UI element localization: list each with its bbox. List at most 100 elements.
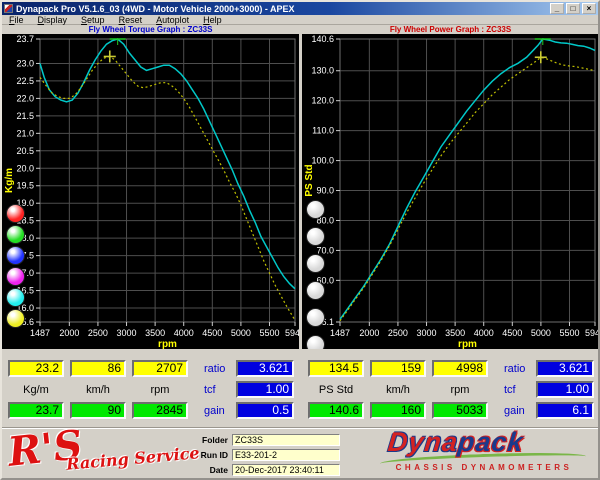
torque-ref-peak-value: 23.2 bbox=[8, 360, 64, 377]
y-axis-unit-label: Kg/m bbox=[4, 168, 15, 193]
menu-help[interactable]: Help bbox=[196, 15, 229, 25]
svg-text:130.0: 130.0 bbox=[311, 66, 334, 76]
svg-text:100.0: 100.0 bbox=[311, 156, 334, 166]
power-ratio-value: 3.621 bbox=[536, 360, 594, 377]
power-run-ball-3[interactable] bbox=[306, 254, 325, 273]
run-id-field[interactable]: E33-201-2 bbox=[232, 449, 340, 461]
torque-run-ball-5[interactable] bbox=[6, 288, 25, 307]
app-window: Dynapack Pro V5.1.6_03 (4WD - Motor Vehi… bbox=[0, 0, 600, 480]
speed-unit-label: km/h bbox=[70, 384, 126, 396]
torque-chart-title: Fly Wheel Torque Graph : ZC33S bbox=[2, 25, 299, 34]
x-axis-ticks: 1487200025003000350040004500500055005946 bbox=[30, 322, 299, 338]
torque-run-ball-4[interactable] bbox=[6, 267, 25, 286]
torque-readout-panel: 23.2 86 2707 Kg/m km/h rpm 23.7 90 2845 … bbox=[2, 349, 298, 427]
svg-text:23.7: 23.7 bbox=[16, 34, 34, 44]
power-run-rpm-value: 5033 bbox=[432, 402, 488, 419]
power-ref-rpm-value: 4998 bbox=[432, 360, 488, 377]
torque-run-peak-value: 23.7 bbox=[8, 402, 64, 419]
power-current-run-curve bbox=[340, 39, 595, 319]
gain-label: gain bbox=[204, 405, 234, 417]
grid-lines bbox=[40, 39, 295, 322]
svg-text:2000: 2000 bbox=[359, 328, 379, 338]
svg-text:4000: 4000 bbox=[474, 328, 494, 338]
svg-text:3500: 3500 bbox=[145, 328, 165, 338]
svg-text:19.5: 19.5 bbox=[16, 181, 34, 191]
plot-frame bbox=[40, 39, 295, 322]
svg-text:5000: 5000 bbox=[531, 328, 551, 338]
torque-plot[interactable]: 23.723.022.522.021.521.020.520.019.519.0… bbox=[2, 34, 299, 349]
menu-reset[interactable]: Reset bbox=[112, 15, 150, 25]
plot-frame bbox=[340, 39, 595, 322]
svg-text:2500: 2500 bbox=[388, 328, 408, 338]
torque-unit-label: Kg/m bbox=[8, 384, 64, 396]
power-plot[interactable]: 140.6130.0120.0110.0100.090.080.070.060.… bbox=[302, 34, 599, 349]
maximize-button[interactable]: □ bbox=[566, 3, 580, 14]
svg-text:110.0: 110.0 bbox=[312, 126, 334, 136]
svg-text:90.0: 90.0 bbox=[316, 186, 334, 196]
torque-run-ball-1[interactable] bbox=[6, 204, 25, 223]
power-cross-marker bbox=[535, 51, 547, 63]
x-axis-unit-label: rpm bbox=[158, 339, 177, 349]
torque-run-ball-2[interactable] bbox=[6, 225, 25, 244]
svg-text:1487: 1487 bbox=[30, 328, 50, 338]
svg-text:3000: 3000 bbox=[117, 328, 137, 338]
power-ref-speed-value: 159 bbox=[370, 360, 426, 377]
dynapack-logo: Dynapack CHASSIS DYNAMOMETERS bbox=[374, 430, 594, 477]
menu-file[interactable]: File bbox=[2, 15, 31, 25]
window-title: Dynapack Pro V5.1.6_03 (4WD - Motor Vehi… bbox=[16, 4, 295, 14]
power-readout-panel: 134.5 159 4998 PS Std km/h rpm 140.6 160… bbox=[302, 349, 598, 427]
power-run-ball-1[interactable] bbox=[306, 200, 325, 219]
folder-label: Folder bbox=[152, 434, 228, 446]
power-run-ball-5[interactable] bbox=[306, 308, 325, 327]
svg-text:5946: 5946 bbox=[285, 328, 299, 338]
rpm-unit-label: rpm bbox=[132, 384, 188, 396]
menubar: File Display Setup Reset Autoplot Help bbox=[2, 15, 598, 25]
torque-gain-value: 0.5 bbox=[236, 402, 294, 419]
svg-text:4000: 4000 bbox=[174, 328, 194, 338]
svg-text:22.0: 22.0 bbox=[16, 93, 34, 103]
run-id-label: Run ID bbox=[152, 449, 228, 461]
svg-text:1487: 1487 bbox=[330, 328, 350, 338]
date-field[interactable]: 20-Dec-2017 23:40:11 bbox=[232, 464, 340, 476]
menu-autoplot[interactable]: Autoplot bbox=[149, 15, 196, 25]
torque-chart-panel: Fly Wheel Torque Graph : ZC33S 23.723.02… bbox=[2, 25, 299, 349]
minimize-button[interactable]: _ bbox=[550, 3, 564, 14]
y-axis-unit-label: PS Std bbox=[304, 164, 315, 196]
power-run-ball-2[interactable] bbox=[306, 227, 325, 246]
svg-text:5500: 5500 bbox=[259, 328, 279, 338]
svg-text:4500: 4500 bbox=[502, 328, 522, 338]
power-chart-title: Fly Wheel Power Graph : ZC33S bbox=[302, 25, 599, 34]
power-chart-area: 140.6130.0120.0110.0100.090.080.070.060.… bbox=[302, 34, 599, 349]
torque-reference-run-curve bbox=[40, 57, 295, 321]
folder-field[interactable]: ZC33S bbox=[232, 434, 340, 446]
svg-text:2500: 2500 bbox=[88, 328, 108, 338]
svg-text:3500: 3500 bbox=[445, 328, 465, 338]
svg-text:20.5: 20.5 bbox=[16, 146, 34, 156]
ratio-label: ratio bbox=[504, 363, 534, 375]
menu-setup[interactable]: Setup bbox=[74, 15, 112, 25]
svg-text:120.0: 120.0 bbox=[311, 96, 334, 106]
close-button[interactable]: × bbox=[582, 3, 596, 14]
menu-display[interactable]: Display bbox=[31, 15, 75, 25]
x-axis-unit-label: rpm bbox=[458, 339, 477, 349]
ratio-label: ratio bbox=[204, 363, 234, 375]
torque-run-ball-6[interactable] bbox=[6, 309, 25, 328]
gain-label: gain bbox=[504, 405, 534, 417]
torque-ref-rpm-value: 2707 bbox=[132, 360, 188, 377]
torque-run-ball-3[interactable] bbox=[6, 246, 25, 265]
power-run-speed-value: 160 bbox=[370, 402, 426, 419]
svg-text:22.5: 22.5 bbox=[16, 76, 34, 86]
power-unit-label: PS Std bbox=[308, 384, 364, 396]
power-chart-panel: Fly Wheel Power Graph : ZC33S 140.6130.0… bbox=[302, 25, 599, 349]
power-tcf-value: 1.00 bbox=[536, 381, 594, 398]
svg-text:21.5: 21.5 bbox=[16, 111, 34, 121]
svg-text:2000: 2000 bbox=[59, 328, 79, 338]
dynapack-tagline: CHASSIS DYNAMOMETERS bbox=[374, 463, 594, 472]
power-run-ball-4[interactable] bbox=[306, 281, 325, 300]
svg-text:5946: 5946 bbox=[585, 328, 599, 338]
rpm-unit-label: rpm bbox=[432, 384, 488, 396]
torque-run-rpm-value: 2845 bbox=[132, 402, 188, 419]
torque-cross-marker bbox=[104, 50, 116, 62]
svg-text:21.0: 21.0 bbox=[16, 128, 34, 138]
dynapack-logo-word2: pack bbox=[457, 427, 526, 457]
